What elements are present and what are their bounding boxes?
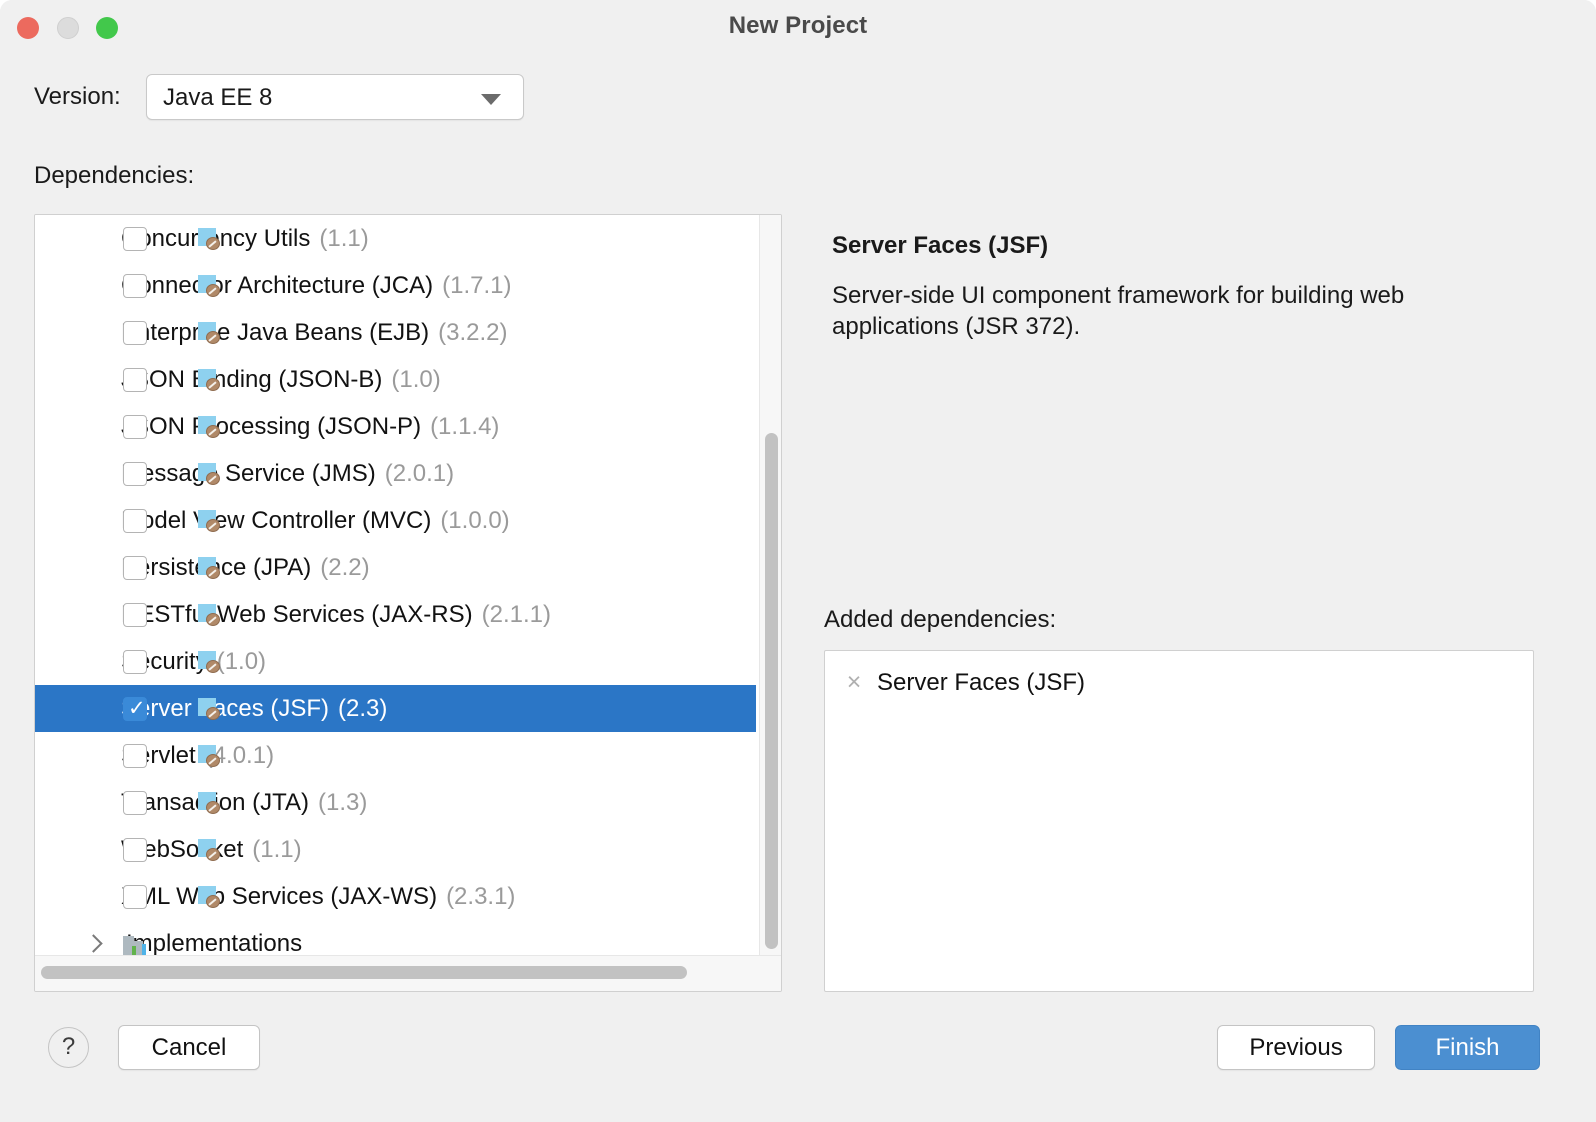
table-row[interactable]: ✓JSON Processing (JSON-P) (1.1.4) <box>35 403 756 450</box>
detail-description: Server-side UI component framework for b… <box>832 282 1405 340</box>
dependency-version: (1.0) <box>391 365 441 393</box>
dependency-name: Enterprise Java Beans (EJB) <box>121 318 430 346</box>
dependency-version: (1.1) <box>319 224 369 252</box>
table-row[interactable]: ✓Transaction (JTA)(1.3) <box>35 779 756 826</box>
java-module-icon <box>198 839 220 861</box>
horizontal-scrollbar[interactable] <box>35 955 781 991</box>
window-titlebar: New Project <box>0 0 1596 56</box>
table-row[interactable]: ✓Servlet(4.0.1) <box>35 732 756 779</box>
table-row[interactable]: ✓Concurrency Utils(1.1) <box>35 215 756 262</box>
table-row[interactable]: ✓ Server Faces (JSF) (2.3) <box>35 685 756 732</box>
dependency-checkbox[interactable]: ✓ <box>123 368 147 392</box>
table-row[interactable]: ✓WebSocket(1.1) <box>35 826 756 873</box>
java-module-icon <box>198 228 220 250</box>
dependency-checkbox[interactable]: ✓ <box>123 650 147 674</box>
dependency-version: (2.3) <box>338 694 388 722</box>
java-module-icon <box>198 651 220 673</box>
dependency-checkbox[interactable]: ✓ <box>123 791 147 815</box>
checkmark-icon: ✓ <box>128 697 146 720</box>
dependency-name: Message Service (JMS) <box>121 459 376 487</box>
table-row[interactable]: ✓Message Service (JMS) (2.0.1) <box>35 450 756 497</box>
added-dependencies-label: Added dependencies: <box>824 606 1057 633</box>
dependency-version: (2.2) <box>320 553 370 581</box>
dependency-name: Server Faces (JSF) <box>121 694 330 722</box>
dependency-version: (1.1.4) <box>430 412 500 440</box>
added-dependency-name: Server Faces (JSF) <box>877 669 1086 696</box>
dependency-checkbox[interactable]: ✓ <box>123 556 147 580</box>
dependency-name: Connector Architecture (JCA) <box>121 271 434 299</box>
vertical-scrollbar-thumb[interactable] <box>765 433 778 949</box>
finish-button[interactable]: Finish <box>1395 1025 1540 1070</box>
version-select[interactable]: Java EE 8 <box>146 74 524 120</box>
dependency-version: (1.0.0) <box>440 506 510 534</box>
dependency-version: (1.7.1) <box>442 271 512 299</box>
java-module-icon <box>198 463 220 485</box>
dependency-version: (2.1.1) <box>481 600 552 628</box>
chevron-down-icon <box>481 94 501 105</box>
implementations-group-label: Implementations <box>126 929 303 956</box>
close-icon[interactable]: × <box>843 670 865 695</box>
dependency-version: (2.3.1) <box>446 882 516 910</box>
dependencies-label: Dependencies: <box>34 162 195 189</box>
dependencies-list: ✓Concurrency Utils(1.1)✓Connector Archit… <box>35 215 781 955</box>
table-row[interactable]: ✓Connector Architecture (JCA) (1.7.1) <box>35 262 756 309</box>
table-row[interactable]: ✓Persistence (JPA)(2.2) <box>35 544 756 591</box>
java-module-icon <box>198 322 220 344</box>
detail-title: Server Faces (JSF) <box>832 232 1049 259</box>
dependency-checkbox[interactable]: ✓ <box>123 227 147 251</box>
dependency-name: JSON Binding (JSON-B) <box>121 365 383 393</box>
implementations-folder-icon <box>123 934 149 955</box>
vertical-scrollbar[interactable] <box>759 215 781 955</box>
list-item[interactable]: × Server Faces (JSF) <box>825 660 1533 706</box>
table-row[interactable]: ✓JSON Binding (JSON-B) (1.0) <box>35 356 756 403</box>
table-row[interactable]: ✓RESTful Web Services (JAX-RS) (2.1.1) <box>35 591 756 638</box>
dependency-version: (2.0.1) <box>384 459 455 487</box>
previous-button[interactable]: Previous <box>1217 1025 1375 1070</box>
dependency-name: XML Web Services (JAX-WS) <box>121 882 438 910</box>
java-module-icon <box>198 792 220 814</box>
dependency-name: Model View Controller (MVC) <box>121 506 432 534</box>
java-module-icon <box>198 698 220 720</box>
java-module-icon <box>198 886 220 908</box>
java-module-icon <box>198 416 220 438</box>
implementations-group-row[interactable]: Implementations <box>35 920 781 955</box>
dependency-checkbox[interactable]: ✓ <box>123 603 147 627</box>
java-module-icon <box>198 557 220 579</box>
dependency-checkbox[interactable]: ✓ <box>123 462 147 486</box>
help-button[interactable]: ? <box>48 1027 89 1068</box>
table-row[interactable]: ✓Security(1.0) <box>35 638 756 685</box>
dependency-version: (1.3) <box>318 788 368 816</box>
java-module-icon <box>198 745 220 767</box>
dependency-checkbox[interactable]: ✓ <box>123 321 147 345</box>
dependency-name: JSON Processing (JSON-P) <box>121 412 422 440</box>
dependencies-list-panel: ✓Concurrency Utils(1.1)✓Connector Archit… <box>34 214 782 992</box>
java-module-icon <box>198 275 220 297</box>
window-title: New Project <box>728 12 868 39</box>
dependency-checkbox[interactable]: ✓ <box>123 885 147 909</box>
cancel-button[interactable]: Cancel <box>118 1025 260 1070</box>
version-label: Version: <box>34 83 121 110</box>
chevron-right-icon[interactable] <box>85 934 99 953</box>
java-module-icon <box>198 369 220 391</box>
java-module-icon <box>198 604 220 626</box>
table-row[interactable]: ✓Model View Controller (MVC) (1.0.0) <box>35 497 756 544</box>
dependency-version: (1.1) <box>252 835 302 863</box>
dependency-name: RESTful Web Services (JAX-RS) <box>121 600 473 628</box>
new-project-dialog: New Project Version: Java EE 8 Dependenc… <box>0 0 1596 1122</box>
dependency-checkbox[interactable]: ✓ <box>123 838 147 862</box>
horizontal-scrollbar-thumb[interactable] <box>41 966 687 979</box>
table-row[interactable]: ✓Enterprise Java Beans (EJB) (3.2.2) <box>35 309 756 356</box>
added-dependencies-box: × Server Faces (JSF) <box>824 650 1534 992</box>
dependency-checkbox[interactable]: ✓ <box>123 274 147 298</box>
java-module-icon <box>198 510 220 532</box>
dependency-checkbox[interactable]: ✓ <box>123 415 147 439</box>
dependency-version: (1.0) <box>216 647 267 675</box>
dependency-checkbox[interactable]: ✓ <box>123 744 147 768</box>
table-row[interactable]: ✓XML Web Services (JAX-WS) (2.3.1) <box>35 873 756 920</box>
dependency-version: (3.2.2) <box>438 318 508 346</box>
dependency-checkbox[interactable]: ✓ <box>123 509 147 533</box>
version-select-value: Java EE 8 <box>163 84 273 111</box>
dependency-checkbox[interactable]: ✓ <box>123 697 147 721</box>
